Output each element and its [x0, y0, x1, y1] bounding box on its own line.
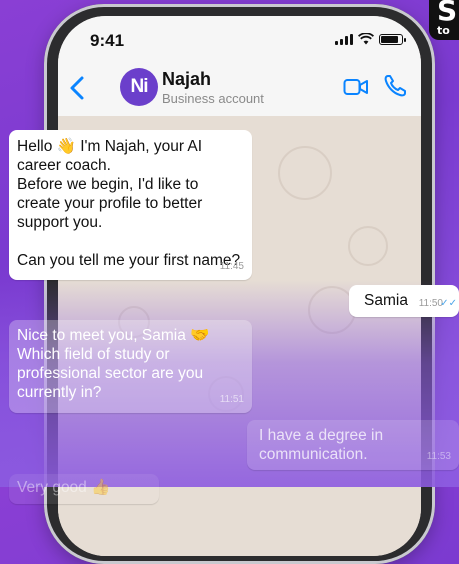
battery-icon [379, 34, 406, 45]
avatar[interactable]: Ni [120, 68, 158, 106]
contact-subtitle: Business account [162, 91, 264, 106]
message-text: Nice to meet you, Samia 🤝 Which field of… [17, 327, 210, 401]
message-time: 11:53 [426, 451, 451, 462]
status-icons [335, 33, 406, 45]
corner-badge-glyph: S [437, 0, 458, 27]
status-time: 9:41 [90, 31, 125, 50]
message-text: Very good 👍 [17, 479, 111, 496]
corner-badge: S to [429, 0, 459, 40]
signal-icon [335, 34, 353, 45]
message-time: 11:45 [219, 261, 244, 272]
status-bar: 9:41 [58, 16, 421, 60]
wifi-icon [358, 33, 374, 45]
message-bubble-outgoing[interactable]: Samia 11:50 ✓✓ [349, 285, 459, 317]
message-time: 11:51 [219, 394, 244, 405]
message-text: Samia [364, 292, 408, 309]
contact-name[interactable]: Najah [162, 69, 211, 90]
message-bubble-incoming[interactable]: Nice to meet you, Samia 🤝 Which field of… [9, 320, 252, 413]
phone-icon[interactable] [383, 74, 407, 98]
chat-header: Ni Najah Business account [58, 60, 421, 117]
message-bubble-incoming[interactable]: Hello 👋 I'm Najah, your AI career coach.… [9, 130, 252, 280]
message-text: Hello 👋 I'm Najah, your AI career coach.… [17, 138, 241, 269]
message-text: I have a degree in communication. [259, 427, 388, 463]
chevron-left-icon[interactable] [66, 74, 90, 102]
message-bubble-outgoing[interactable]: I have a degree in communication. 11:53 [247, 420, 459, 470]
corner-badge-text: to [437, 24, 450, 37]
video-camera-icon[interactable] [343, 76, 369, 98]
read-ticks-icon: ✓✓ [440, 298, 457, 309]
message-bubble-incoming[interactable]: Very good 👍 [9, 474, 159, 504]
